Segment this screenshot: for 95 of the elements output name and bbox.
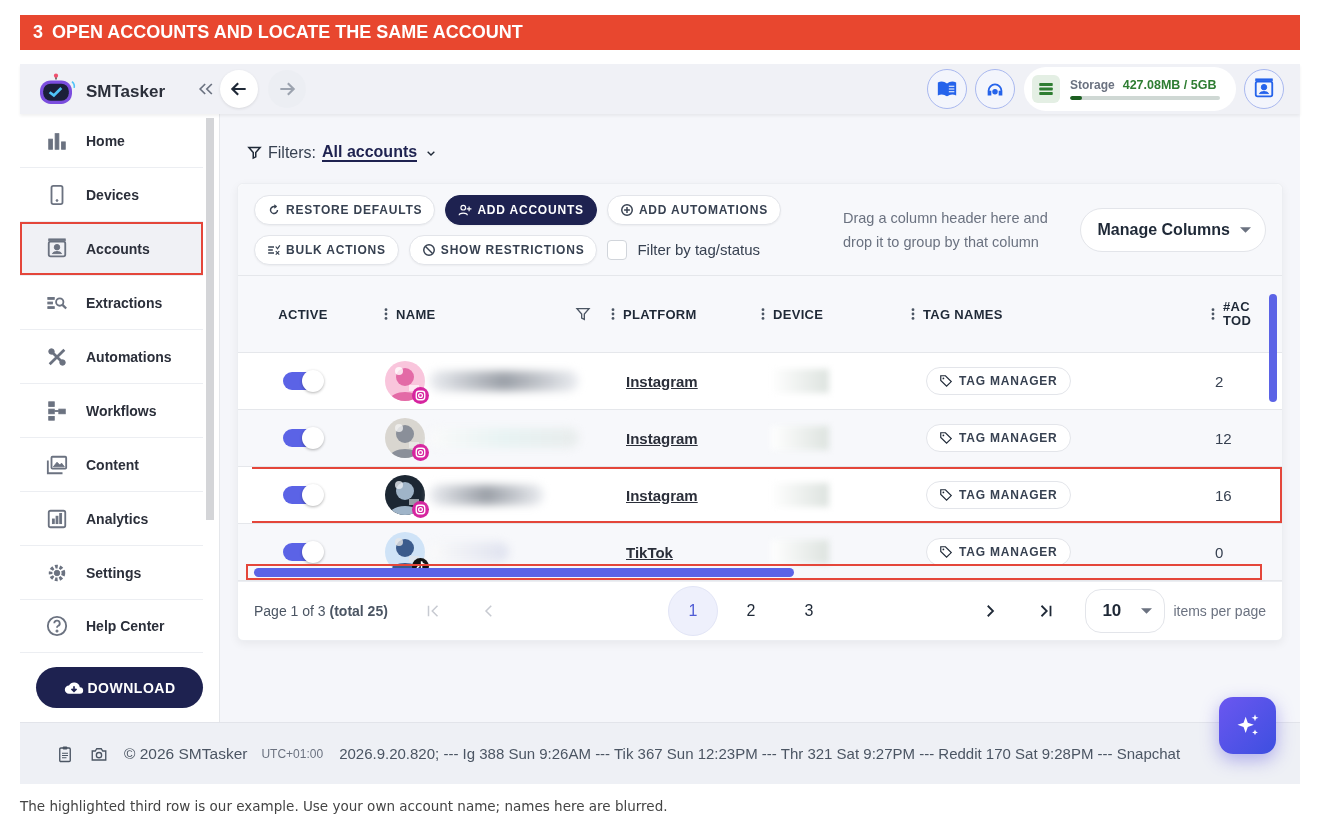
- table-row[interactable]: Instagram TAG MANAGER 2: [238, 353, 1282, 410]
- storage-value: 427.08MB / 5GB: [1122, 78, 1217, 92]
- toggle-switch[interactable]: [283, 429, 323, 447]
- chart-box-icon: [46, 507, 68, 530]
- filter-icon[interactable]: [575, 306, 591, 322]
- table-cell: 12: [1215, 429, 1232, 447]
- platform-link[interactable]: TikTok: [611, 543, 673, 561]
- tag-manager-button[interactable]: TAG MANAGER: [926, 538, 1071, 566]
- support-button[interactable]: [975, 69, 1015, 109]
- refresh-icon: [267, 202, 281, 217]
- contact-card-icon: [46, 237, 68, 260]
- checklist-icon: [267, 242, 281, 257]
- column-menu-icon[interactable]: [611, 307, 615, 321]
- table-row[interactable]: Instagram TAG MANAGER 12: [238, 410, 1282, 467]
- toolbar-button[interactable]: BULK ACTIONS: [254, 234, 399, 265]
- assistant-button[interactable]: [1219, 697, 1276, 754]
- sidebar-item[interactable]: Workflows: [20, 384, 203, 438]
- docs-button[interactable]: [927, 69, 967, 109]
- sidebar-item[interactable]: Analytics: [20, 492, 203, 546]
- page-button[interactable]: 1: [668, 586, 718, 636]
- status-text: 2026.9.20.820; --- Ig 388 Sun 9:26AM --- Tik 367 Sun 12:23PM --- Thr 321 Sat 9:27PM --- Reddit 170 Sat 9:28PM --- Snapchat: [339, 745, 1181, 762]
- ban-icon: [421, 242, 436, 257]
- page-summary: Page 1 of 3 (total 25): [254, 603, 389, 619]
- tag-manager-button[interactable]: TAG MANAGER: [926, 424, 1071, 452]
- sidebar-item[interactable]: Accounts: [20, 222, 203, 276]
- table-cell: 2: [1215, 372, 1224, 390]
- manage-columns-button[interactable]: Manage Columns: [1079, 207, 1266, 252]
- table-cell: 0: [1215, 543, 1224, 561]
- filter-dropdown[interactable]: All accounts: [322, 143, 418, 162]
- crossed-tools-icon: [46, 345, 68, 368]
- column-header[interactable]: DEVICE: [773, 306, 824, 322]
- platform-link[interactable]: Instagram: [611, 429, 698, 447]
- sidebar-item[interactable]: Extractions: [20, 276, 203, 330]
- help-icon: [46, 615, 68, 637]
- sidebar-item[interactable]: Settings: [20, 546, 203, 600]
- help-center-item[interactable]: Help Center: [20, 600, 203, 653]
- tag-manager-button[interactable]: TAG MANAGER: [926, 481, 1071, 509]
- toolbar-button[interactable]: ADD ACCOUNTS: [445, 194, 597, 225]
- platform-link[interactable]: Instagram: [611, 486, 698, 504]
- tag-icon: [939, 488, 953, 502]
- table-cell: 16: [1215, 486, 1232, 504]
- table-row[interactable]: Instagram TAG MANAGER 16: [238, 467, 1282, 524]
- checkbox-label: Filter by tag/status: [637, 241, 760, 258]
- scrollbar[interactable]: [206, 118, 214, 520]
- toolbar-button[interactable]: SHOW RESTRICTIONS: [408, 234, 598, 265]
- caret-icon: [1240, 226, 1251, 233]
- image-stack-icon: [46, 453, 68, 476]
- column-header[interactable]: PLATFORM: [623, 306, 697, 322]
- toolbar-button[interactable]: ADD AUTOMATIONS: [606, 194, 781, 225]
- step-number: 3: [33, 22, 43, 43]
- back-button[interactable]: [220, 70, 258, 108]
- tag-icon: [939, 431, 953, 445]
- add-user-icon: [458, 202, 473, 217]
- column-header[interactable]: #AC TOD: [1223, 300, 1253, 328]
- caption-text: The highlighted third row is our example. Use your own account name; names here are blurred.: [20, 798, 669, 814]
- column-menu-icon[interactable]: [761, 307, 765, 321]
- server-icon: [1037, 80, 1055, 98]
- column-header[interactable]: TAG NAMES: [923, 306, 1003, 322]
- page-button[interactable]: 3: [784, 586, 834, 636]
- page-size-dropdown[interactable]: 10: [1085, 589, 1166, 633]
- page-size-label: items per page: [1173, 603, 1266, 619]
- filter-icon: [247, 145, 262, 160]
- toggle-switch[interactable]: [283, 372, 323, 390]
- toolbar-button[interactable]: RESTORE DEFAULTS: [254, 194, 436, 225]
- profile-card-icon: [1253, 78, 1275, 100]
- column-menu-icon[interactable]: [384, 307, 388, 321]
- caret-icon: [1141, 608, 1153, 614]
- column-menu-icon[interactable]: [911, 307, 915, 321]
- tag-icon: [939, 374, 953, 388]
- tag-icon: [939, 545, 953, 559]
- step-title: OPEN ACCOUNTS AND LOCATE THE SAME ACCOUNT: [52, 22, 523, 43]
- column-header[interactable]: ACTIVE: [278, 306, 328, 322]
- sidebar-item[interactable]: Home: [20, 114, 203, 168]
- column-menu-icon[interactable]: [1211, 307, 1215, 321]
- download-button[interactable]: DOWNLOAD: [36, 667, 203, 708]
- app-name: SMTasker: [86, 82, 166, 102]
- clipboard-icon[interactable]: [56, 744, 74, 763]
- toggle-switch[interactable]: [283, 486, 323, 504]
- toggle-switch[interactable]: [283, 543, 323, 561]
- copyright-text: © 2026 SMTasker: [124, 744, 248, 763]
- plus-circle-icon: [619, 202, 634, 217]
- filter-label: Filters:: [268, 143, 316, 162]
- sidebar-item[interactable]: Automations: [20, 330, 203, 384]
- column-header[interactable]: NAME: [396, 306, 436, 322]
- tag-manager-button[interactable]: TAG MANAGER: [926, 367, 1071, 395]
- page-button[interactable]: 2: [726, 586, 776, 636]
- timezone-label: UTC+01:00: [261, 746, 324, 761]
- flowchart-icon: [46, 399, 68, 422]
- sidebar-item[interactable]: Content: [20, 438, 203, 492]
- profile-button[interactable]: [1244, 69, 1284, 109]
- horizontal-scrollbar[interactable]: [246, 564, 1262, 580]
- storage-label: Storage: [1070, 78, 1115, 92]
- platform-link[interactable]: Instagram: [611, 372, 698, 390]
- group-hint: Drag a column header here and drop it to group by that column: [843, 208, 1049, 252]
- checkbox[interactable]: [607, 239, 628, 260]
